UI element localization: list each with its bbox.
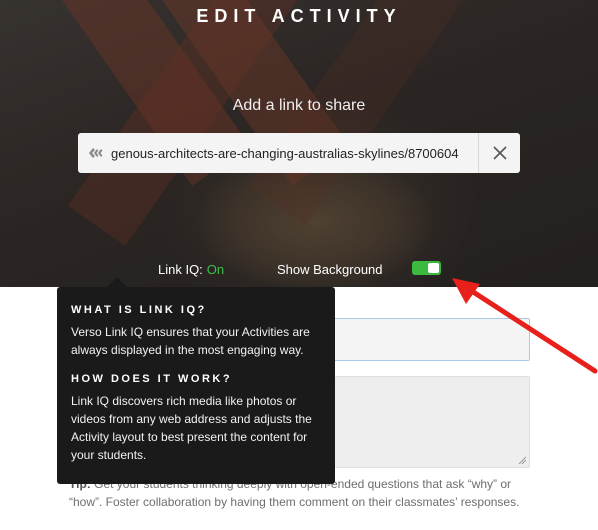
tooltip-body-how: Link IQ discovers rich media like photos… (71, 394, 312, 462)
link-input-box: genous-architects-are-changing-australia… (78, 133, 520, 173)
show-background-toggle[interactable] (412, 261, 441, 275)
hero-background: EDIT ACTIVITY Add a link to share genous… (0, 0, 598, 287)
link-iq-status: On (206, 261, 225, 277)
link-iq-label: Link IQ: (158, 261, 203, 277)
resize-grip-icon[interactable] (518, 456, 526, 464)
toggle-knob (428, 263, 439, 273)
tooltip-body-what: Verso Link IQ ensures that your Activiti… (71, 325, 310, 357)
tooltip-heading-what: WHAT IS LINK IQ? (71, 304, 207, 316)
link-iq-indicator[interactable]: Link IQ: On (158, 260, 224, 278)
page-title: EDIT ACTIVITY (196, 6, 402, 26)
add-link-label: Add a link to share (232, 97, 366, 114)
link-icon (87, 146, 105, 160)
tooltip-pointer (107, 277, 127, 287)
link-iq-tooltip: WHAT IS LINK IQ? Verso Link IQ ensures t… (57, 277, 335, 484)
link-input[interactable]: genous-architects-are-changing-australia… (78, 133, 478, 173)
show-background-label: Show Background (277, 261, 383, 277)
tooltip-heading-how: HOW DOES IT WORK? (71, 373, 233, 385)
annotation-arrow-icon (452, 278, 598, 374)
link-input-value: genous-architects-are-changing-australia… (111, 145, 459, 161)
close-icon (492, 146, 507, 160)
clear-link-button[interactable] (478, 133, 520, 173)
